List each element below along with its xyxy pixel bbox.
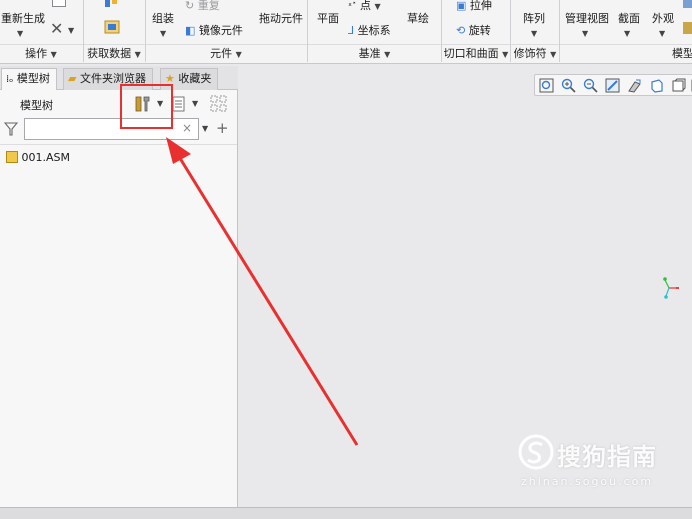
plane-button[interactable]: 平面 — [317, 10, 339, 26]
regenerate-button[interactable]: 重新生成 — [1, 10, 45, 26]
navigator-tabs: ⁞ₒ 模型树 ▰ 文件夹浏览器 ★ 收藏夹 — [0, 66, 238, 91]
delete-dropdown[interactable]: ▼ — [68, 23, 74, 36]
pattern-dropdown[interactable]: ▼ — [531, 26, 537, 39]
appearance-dropdown[interactable]: ▼ — [659, 26, 665, 39]
model-tree-icon: ⁞ₒ — [6, 74, 14, 85]
extrude-button[interactable]: ▣ 拉伸 — [456, 0, 492, 13]
show-icon[interactable] — [172, 95, 186, 113]
sketch-button[interactable]: 草绘 — [407, 10, 429, 26]
appearance-button[interactable]: 外观 — [652, 10, 674, 26]
section-button[interactable]: 截面 — [618, 10, 640, 26]
assembly-icon — [6, 151, 18, 163]
group-model-display[interactable]: 模型 — [672, 45, 692, 62]
zoom-out-icon[interactable] — [583, 78, 598, 93]
pattern-button[interactable]: 阵列 — [523, 10, 545, 26]
group-datum[interactable]: 基准 ▼ — [308, 45, 441, 62]
watermark: 搜狗指南 zhinan.sogou.com — [513, 433, 683, 493]
tab-model-tree[interactable]: ⁞ₒ 模型树 — [1, 68, 57, 91]
add-icon[interactable]: + — [216, 119, 229, 137]
insert-component-icon[interactable] — [104, 20, 120, 34]
redo-icon: ↻ — [185, 0, 195, 12]
chevron-down-icon: ▼ — [17, 29, 24, 38]
group-modifiers[interactable]: 修饰符 ▼ — [511, 45, 559, 62]
show-dropdown-icon[interactable]: ▼ — [192, 99, 198, 108]
redo-button[interactable]: ↻ 重复 — [185, 0, 220, 13]
filter-icon[interactable] — [3, 121, 19, 137]
render-icon[interactable] — [683, 22, 692, 34]
model-tree-panel: 模型树 ▼ ▼ × ▼ + 001.ASM — [0, 90, 238, 507]
zoom-in-icon[interactable] — [561, 78, 576, 93]
tree-item[interactable]: 001.ASM — [0, 149, 237, 167]
tree-columns-icon[interactable] — [210, 95, 228, 113]
watermark-brand-text: 搜狗指南 — [557, 443, 657, 471]
filter-row: × ▼ + — [3, 118, 234, 140]
group-separator — [559, 0, 560, 62]
assemble-button[interactable]: 组装 — [152, 10, 174, 26]
display-style-icon[interactable] — [627, 78, 642, 93]
regenerate-dropdown[interactable]: ▼ — [17, 26, 23, 39]
group-operations[interactable]: 操作 ▼ — [0, 45, 82, 62]
manage-views-button[interactable]: 管理视图 — [565, 10, 609, 26]
view-manager-icon[interactable] — [671, 78, 686, 93]
ribbon: 重新生成 ▼ ✕ ▼ 操作 ▼ 获取数据 ▼ 组装 ▼ ↻ 重复 ◧ 镜像元件 … — [0, 0, 692, 64]
revolve-button[interactable]: ⟲ 旋转 — [456, 22, 491, 38]
status-bar — [0, 507, 692, 519]
group-get-data[interactable]: 获取数据 ▼ — [84, 45, 144, 62]
revolve-icon: ⟲ — [456, 24, 466, 37]
view-toolbar — [534, 74, 692, 96]
regenerate-label: 重新生成 — [1, 12, 45, 25]
folder-icon: ▰ — [68, 72, 77, 85]
manage-views-dropdown[interactable]: ▼ — [582, 26, 588, 39]
copy-icon[interactable] — [52, 0, 66, 7]
extrude-icon: ▣ — [456, 0, 467, 12]
refit-icon[interactable] — [539, 78, 554, 93]
mirror-component-button[interactable]: ◧ 镜像元件 — [185, 22, 243, 38]
model-tree-title: 模型树 — [20, 99, 53, 112]
delete-button[interactable]: ✕ — [50, 19, 63, 38]
coordinate-system-button[interactable]: ⅃ 坐标系 — [348, 22, 391, 38]
drag-components-button[interactable]: 拖动元件 — [259, 10, 303, 26]
point-button[interactable]: ˣ˟ 点 ▼ — [348, 0, 381, 13]
tutorial-highlight-box — [120, 84, 173, 129]
repaint-icon[interactable] — [605, 78, 620, 93]
mirror-icon: ◧ — [185, 24, 196, 37]
search-options-dropdown-icon[interactable]: ▼ — [202, 124, 208, 133]
group-component[interactable]: 元件 ▼ — [146, 45, 306, 62]
coordinate-system-icon: ⅃ — [348, 24, 355, 37]
saved-orientations-icon[interactable] — [649, 78, 664, 93]
section-dropdown[interactable]: ▼ — [624, 26, 630, 39]
display-style-icon[interactable] — [683, 0, 692, 8]
group-cut-and-surface[interactable]: 切口和曲面 ▼ — [442, 45, 510, 62]
point-icon: ˣ˟ — [348, 2, 357, 12]
get-data-top-icon[interactable] — [104, 0, 118, 8]
watermark-url: zhinan.sogou.com — [521, 475, 654, 488]
sogou-logo-icon — [518, 434, 554, 470]
assemble-dropdown[interactable]: ▼ — [160, 26, 166, 39]
clear-search-icon[interactable]: × — [182, 121, 192, 135]
model-tree-list: 001.ASM — [0, 144, 237, 167]
coordinate-triad-icon — [659, 274, 683, 300]
